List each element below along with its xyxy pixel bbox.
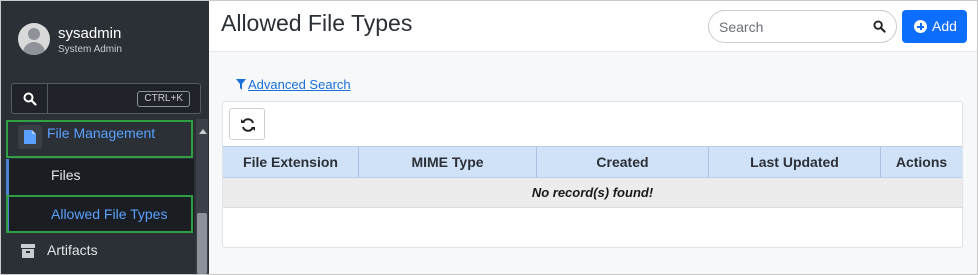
sidebar-search[interactable]: CTRL+K (11, 83, 201, 114)
archive-icon (21, 244, 35, 258)
empty-table-message: No record(s) found! (223, 178, 962, 208)
page-title: Allowed File Types (221, 10, 413, 36)
page-header: Allowed File Types Add (209, 1, 977, 52)
refresh-button[interactable] (229, 108, 265, 140)
column-header-created[interactable]: Created (537, 147, 709, 177)
results-panel: File Extension MIME Type Created Last Up… (222, 101, 963, 248)
sidebar-search-button[interactable] (12, 84, 48, 113)
column-header-actions: Actions (895, 154, 948, 170)
sidebar-item-artifacts[interactable]: Artifacts (1, 237, 194, 267)
main-content: Allowed File Types Add Advanced Search (209, 1, 977, 274)
table-header-row: File Extension MIME Type Created Last Up… (223, 146, 962, 178)
highlight-file-management (6, 120, 193, 158)
user-name: sysadmin (58, 25, 122, 42)
keyboard-shortcut-badge: CTRL+K (137, 91, 190, 107)
header-search[interactable] (708, 10, 897, 43)
scroll-up-arrow-icon[interactable] (199, 129, 207, 134)
avatar-icon (18, 23, 50, 55)
column-header-last-updated[interactable]: Last Updated (709, 147, 881, 177)
search-input[interactable] (719, 17, 869, 37)
user-role: System Admin (58, 44, 122, 55)
file-types-table: File Extension MIME Type Created Last Up… (223, 146, 962, 208)
user-panel[interactable]: sysadmin System Admin (1, 1, 209, 75)
column-header-file-extension[interactable]: File Extension (223, 147, 359, 177)
sidebar-item-files[interactable]: Files (51, 167, 81, 183)
highlight-allowed-file-types (6, 195, 193, 233)
sidebar-item-label: Artifacts (47, 242, 98, 258)
search-icon[interactable] (873, 20, 886, 33)
refresh-icon (241, 118, 255, 132)
column-header-mime-type[interactable]: MIME Type (359, 147, 537, 177)
filter-icon (236, 79, 246, 90)
search-icon (23, 92, 37, 106)
add-button-label: Add (932, 18, 957, 34)
add-button[interactable]: Add (902, 10, 967, 43)
plus-circle-icon (914, 20, 927, 33)
sidebar-scroll-thumb[interactable] (197, 213, 207, 274)
advanced-search-label: Advanced Search (248, 77, 351, 92)
